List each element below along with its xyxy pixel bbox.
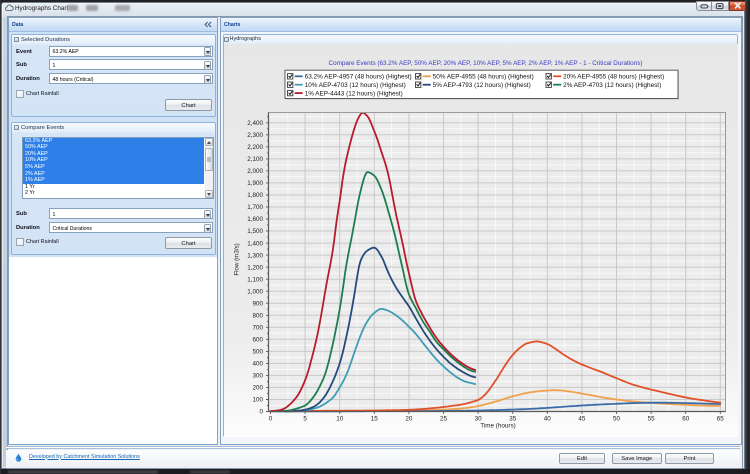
- svg-text:1,400: 1,400: [247, 240, 263, 247]
- svg-text:2,400: 2,400: [247, 120, 263, 127]
- svg-text:1,100: 1,100: [247, 276, 263, 283]
- svg-text:40: 40: [543, 415, 551, 422]
- svg-text:1,000: 1,000: [247, 288, 263, 295]
- svg-text:20% AEP-4955 (48 hours) (Highe: 20% AEP-4955 (48 hours) (Highest): [563, 73, 664, 80]
- svg-text:1,200: 1,200: [247, 264, 263, 271]
- svg-text:1,700: 1,700: [247, 204, 263, 211]
- svg-text:Flow (m3/s): Flow (m3/s): [233, 243, 240, 275]
- svg-text:800: 800: [252, 312, 263, 319]
- svg-text:2,000: 2,000: [247, 168, 263, 175]
- svg-text:2,300: 2,300: [247, 132, 263, 139]
- svg-text:65: 65: [716, 415, 724, 422]
- svg-text:50: 50: [612, 415, 620, 422]
- svg-text:1,800: 1,800: [247, 192, 263, 199]
- svg-text:2,100: 2,100: [247, 156, 263, 163]
- svg-text:25: 25: [439, 415, 447, 422]
- svg-text:2,200: 2,200: [247, 144, 263, 151]
- svg-text:100: 100: [252, 396, 263, 403]
- svg-text:900: 900: [252, 300, 263, 307]
- svg-text:1,300: 1,300: [247, 252, 263, 259]
- svg-text:1% AEP-4443 (12 hours) (Highes: 1% AEP-4443 (12 hours) (Highest): [304, 90, 402, 97]
- svg-text:60: 60: [682, 415, 690, 422]
- svg-text:300: 300: [252, 372, 263, 379]
- svg-text:1,600: 1,600: [247, 216, 263, 223]
- svg-text:55: 55: [647, 415, 655, 422]
- svg-text:45: 45: [578, 415, 586, 422]
- svg-text:10: 10: [336, 415, 344, 422]
- svg-text:2% AEP-4703 (12 hours) (Highes: 2% AEP-4703 (12 hours) (Highest): [563, 81, 661, 88]
- svg-text:500: 500: [252, 348, 263, 355]
- svg-text:0: 0: [268, 415, 272, 422]
- svg-text:600: 600: [252, 336, 263, 343]
- svg-text:1,900: 1,900: [247, 180, 263, 187]
- svg-text:20: 20: [405, 415, 413, 422]
- svg-text:700: 700: [252, 324, 263, 331]
- svg-text:50% AEP-4955 (48 hours) (Highe: 50% AEP-4955 (48 hours) (Highest): [432, 73, 533, 80]
- svg-text:Time (hours): Time (hours): [480, 422, 515, 429]
- svg-text:0: 0: [259, 408, 263, 415]
- svg-text:200: 200: [252, 384, 263, 391]
- svg-text:63.2% AEP-4957 (48 hours) (Hig: 63.2% AEP-4957 (48 hours) (Highest): [304, 73, 411, 80]
- svg-text:1,500: 1,500: [247, 228, 263, 235]
- svg-text:15: 15: [370, 415, 378, 422]
- svg-text:5% AEP-4793 (12 hours) (Highes: 5% AEP-4793 (12 hours) (Highest): [432, 81, 530, 88]
- svg-text:5: 5: [303, 415, 307, 422]
- svg-text:Compare Events (63.2% AEP, 50%: Compare Events (63.2% AEP, 50% AEP, 20% …: [328, 60, 642, 67]
- svg-text:400: 400: [252, 360, 263, 367]
- svg-text:10% AEP-4703 (12 hours) (Highe: 10% AEP-4703 (12 hours) (Highest): [304, 81, 405, 88]
